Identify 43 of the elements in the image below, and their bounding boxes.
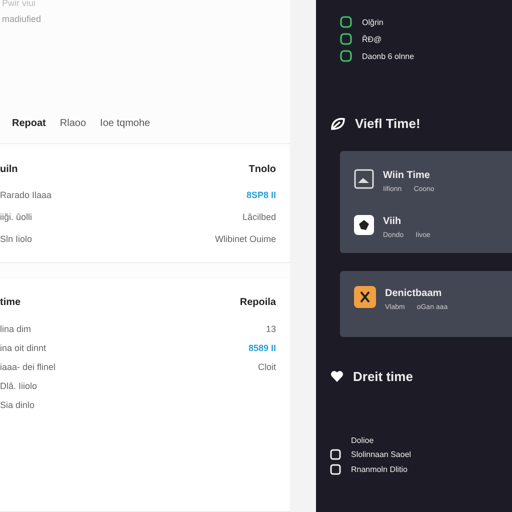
leaf-icon [330, 116, 346, 130]
sidebar-link[interactable]: Olğrin [362, 18, 384, 26]
app-icon [354, 215, 374, 235]
row-value: Wlibinet Ouime [214, 234, 276, 244]
rounded-square-icon [340, 33, 352, 45]
rounded-square-icon [340, 50, 352, 62]
section-title: Viefl Time! [355, 116, 420, 131]
tab[interactable]: Repoat [8, 114, 50, 133]
card-title: uiln [0, 164, 18, 174]
sidebar-link[interactable]: Daonb 6 olnne [362, 52, 414, 60]
heart-icon [330, 370, 344, 383]
item-title[interactable]: Viih [383, 216, 402, 227]
row-label: iiği. ûolli [0, 212, 32, 222]
page-subtitle: madiufied [2, 14, 42, 24]
tab[interactable]: Ioe tqmohe [96, 114, 154, 133]
row-label: iaaa- dei flinel [0, 362, 56, 372]
row-value: 8SP8 II [246, 190, 276, 200]
picture-frame-icon [354, 169, 374, 189]
app-icon [354, 286, 376, 308]
card-heading: Repoila [240, 296, 276, 308]
row-label: ina oit dinnt [0, 342, 46, 352]
row-label: Sln Iiolo [0, 234, 32, 244]
list-item[interactable]: Slolinnaan Saoel [351, 450, 412, 459]
card-heading: Tnolo [248, 164, 276, 174]
rounded-square-icon [340, 16, 352, 28]
item-title[interactable]: Wiin Time [383, 170, 430, 181]
row-value: 13 [266, 324, 276, 334]
item-title[interactable]: Denictbaam [385, 288, 442, 299]
section-title: Dreit time [353, 369, 413, 384]
row-label: Dlâ. Iiiolo [0, 380, 38, 390]
row-value: Cloit [258, 362, 276, 372]
row-value: 8589 II [248, 342, 276, 352]
row-label: Rarado Ilaaa [0, 190, 52, 200]
sidebar-link[interactable]: ŘĐ@ [362, 34, 382, 44]
tab[interactable]: Rlaoo [56, 114, 90, 133]
list-item[interactable]: Dolioe [351, 436, 374, 445]
row-label: lina dim [0, 324, 32, 334]
card-title: time [0, 296, 21, 308]
square-icon [330, 464, 341, 475]
square-icon [330, 449, 341, 460]
list-item[interactable]: Rnanmoln Dlitio [351, 465, 408, 474]
row-label: Sia dinlo [0, 400, 35, 410]
row-value: Lâcilbed [242, 212, 276, 222]
